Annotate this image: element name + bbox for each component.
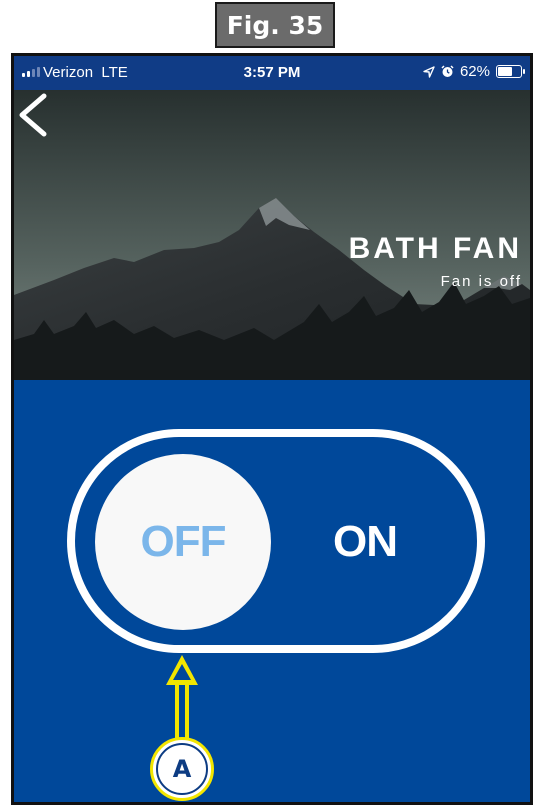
battery-percent: 62% xyxy=(459,63,490,80)
back-button[interactable] xyxy=(14,90,54,140)
battery-icon xyxy=(496,65,525,78)
device-title: BATH FAN xyxy=(348,232,522,265)
callout-label: A xyxy=(156,743,208,795)
toggle-off-label: OFF xyxy=(140,517,227,566)
toggle-on-label: ON xyxy=(333,517,398,566)
device-status: Fan is off xyxy=(440,273,522,290)
figure-label: Fig. 35 xyxy=(215,2,335,48)
header-banner: BATH FAN Fan is off xyxy=(14,90,530,380)
location-arrow-icon xyxy=(423,65,435,78)
callout-badge: A xyxy=(150,737,214,801)
callout-arrow xyxy=(166,655,198,739)
phone-screen: Verizon LTE 3:57 PM 62% BATH FAN Fan is … xyxy=(11,53,533,805)
fan-power-toggle[interactable]: OFF ON xyxy=(67,429,485,653)
status-bar: Verizon LTE 3:57 PM 62% xyxy=(14,56,530,90)
status-icons: 62% xyxy=(423,63,525,80)
alarm-icon xyxy=(441,65,454,77)
